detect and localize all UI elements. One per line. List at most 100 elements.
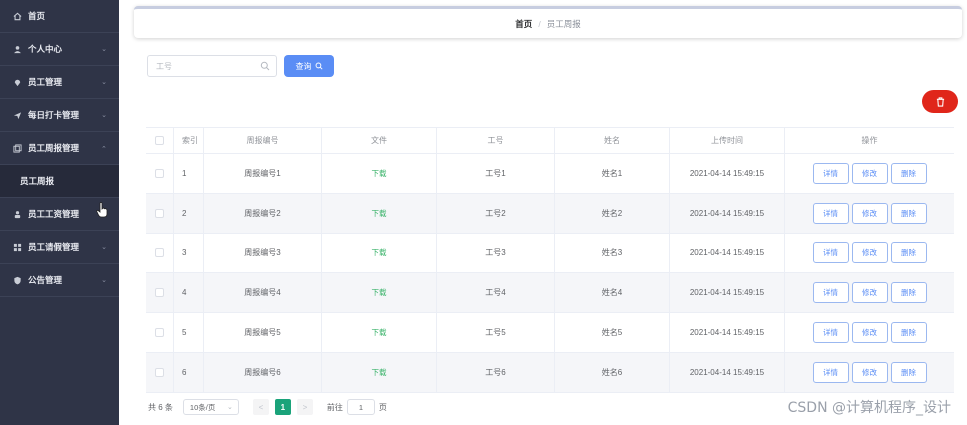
row-select xyxy=(146,352,174,392)
cell-upload-time: 2021-04-14 15:49:15 xyxy=(670,154,785,193)
cell-employee-no: 工号6 xyxy=(437,352,555,392)
cell-name: 姓名3 xyxy=(555,233,670,273)
edit-button[interactable]: 修改 xyxy=(851,282,888,304)
sidebar-item-label: 员工周报 xyxy=(20,176,55,186)
cell-file: 下载 xyxy=(322,273,437,313)
delete-button[interactable]: 删除 xyxy=(890,162,927,184)
page-number-current[interactable]: 1 xyxy=(274,399,291,415)
cell-upload-time: 2021-04-14 15:49:15 xyxy=(670,233,785,273)
row-checkbox[interactable] xyxy=(155,328,164,338)
edit-button[interactable]: 修改 xyxy=(851,322,888,344)
download-link[interactable]: 下载 xyxy=(372,247,387,258)
edit-button[interactable]: 修改 xyxy=(851,242,888,264)
search-input[interactable] xyxy=(156,61,256,71)
sidebar-item-attendance[interactable]: 每日打卡管理 ⌄ xyxy=(0,99,119,132)
table-row: 6 周报编号6 下载 工号6 姓名6 2021-04-14 15:49:15 详情 修改 删除 xyxy=(146,352,954,393)
detail-button[interactable]: 详情 xyxy=(812,322,849,344)
next-page-button[interactable]: > xyxy=(296,399,313,415)
column-header: 索引 xyxy=(174,128,204,153)
table-row: 1 周报编号1 下载 工号1 姓名1 2021-04-14 15:49:15 详情 修改 删除 xyxy=(146,154,954,194)
chevron-down-icon: ⌄ xyxy=(101,277,107,284)
row-checkbox[interactable] xyxy=(155,288,164,298)
cell-report-code: 周报编号1 xyxy=(204,154,322,193)
pagination-total: 共 6 条 xyxy=(148,402,173,412)
delete-button[interactable]: 删除 xyxy=(890,361,927,383)
detail-button[interactable]: 详情 xyxy=(812,162,849,184)
detail-button[interactable]: 详情 xyxy=(812,202,849,224)
batch-delete-button[interactable] xyxy=(922,90,958,113)
detail-button[interactable]: 详情 xyxy=(812,361,849,383)
column-header: 工号 xyxy=(437,128,555,153)
sidebar-item-profile[interactable]: 个人中心 ⌄ xyxy=(0,33,119,66)
row-select xyxy=(146,273,174,313)
cell-employee-no: 工号2 xyxy=(437,193,555,233)
sidebar-item-employees[interactable]: 员工管理 ⌄ xyxy=(0,66,119,99)
cell-report-code: 周报编号5 xyxy=(204,313,322,352)
row-select xyxy=(146,233,174,273)
copy-icon xyxy=(12,143,22,153)
detail-button[interactable]: 详情 xyxy=(812,282,849,304)
cell-index: 5 xyxy=(174,313,204,352)
detail-button[interactable]: 详情 xyxy=(812,242,849,264)
sidebar-item-label: 个人中心 xyxy=(28,44,63,54)
sidebar-item-leave[interactable]: 员工请假管理 ⌄ xyxy=(0,231,119,264)
page-size-select[interactable]: 10条/页 ⌄ xyxy=(182,399,239,415)
chevron-down-icon: ⌄ xyxy=(227,404,233,411)
edit-button[interactable]: 修改 xyxy=(851,361,888,383)
cell-name: 姓名4 xyxy=(555,273,670,313)
row-select xyxy=(146,313,174,352)
sidebar-item-home[interactable]: 首页 xyxy=(0,0,119,33)
sidebar-item-label: 公告管理 xyxy=(28,275,63,285)
row-checkbox[interactable] xyxy=(155,168,164,178)
location-icon xyxy=(12,77,22,87)
row-checkbox[interactable] xyxy=(155,367,164,377)
cell-name: 姓名1 xyxy=(555,154,670,193)
download-link[interactable]: 下载 xyxy=(372,287,387,298)
breadcrumb-home[interactable]: 首页 xyxy=(515,18,532,30)
page-size-value: 10条/页 xyxy=(189,402,216,412)
query-button-label: 查询 xyxy=(295,61,312,71)
delete-button[interactable]: 删除 xyxy=(890,282,927,304)
download-link[interactable]: 下载 xyxy=(372,208,387,219)
user-icon xyxy=(12,44,22,54)
row-checkbox[interactable] xyxy=(155,248,164,258)
breadcrumb: 首页 / 员工周报 xyxy=(134,6,962,38)
table-row: 5 周报编号5 下载 工号5 姓名5 2021-04-14 15:49:15 详情 修改 删除 xyxy=(146,313,954,353)
cell-file: 下载 xyxy=(322,313,437,352)
sidebar-subitem-weekly-report[interactable]: 员工周报 xyxy=(0,165,119,198)
cell-upload-time: 2021-04-14 15:49:15 xyxy=(670,352,785,392)
sidebar-item-weekly-reports[interactable]: 员工周报管理 ⌄ xyxy=(0,132,119,165)
download-link[interactable]: 下载 xyxy=(372,367,387,378)
select-all-checkbox[interactable] xyxy=(155,136,164,145)
search-field xyxy=(147,55,277,77)
cell-report-code: 周报编号2 xyxy=(204,193,322,233)
cell-index: 1 xyxy=(174,154,204,193)
goto-suffix: 页 xyxy=(378,402,387,412)
sidebar-item-notices[interactable]: 公告管理 ⌄ xyxy=(0,264,119,297)
cell-actions: 详情 修改 删除 xyxy=(785,234,954,273)
goto-page-input[interactable]: 1 xyxy=(346,399,375,415)
cell-name: 姓名6 xyxy=(555,352,670,392)
edit-button[interactable]: 修改 xyxy=(851,202,888,224)
delete-button[interactable]: 删除 xyxy=(890,202,927,224)
delete-button[interactable]: 删除 xyxy=(890,322,927,344)
sidebar-item-label: 员工周报管理 xyxy=(28,143,80,153)
chevron-down-icon: ⌄ xyxy=(101,244,107,251)
cell-actions: 详情 修改 删除 xyxy=(785,194,954,233)
delete-button[interactable]: 删除 xyxy=(890,242,927,264)
cell-upload-time: 2021-04-14 15:49:15 xyxy=(670,273,785,313)
cell-index: 2 xyxy=(174,193,204,233)
query-button[interactable]: 查询 xyxy=(284,55,334,77)
edit-button[interactable]: 修改 xyxy=(851,162,888,184)
row-checkbox[interactable] xyxy=(155,208,164,218)
table-row: 3 周报编号3 下载 工号3 姓名3 2021-04-14 15:49:15 详情 修改 删除 xyxy=(146,233,954,274)
download-link[interactable]: 下载 xyxy=(372,327,387,338)
download-link[interactable]: 下载 xyxy=(372,168,387,179)
prev-page-button[interactable]: < xyxy=(252,399,269,415)
column-header: 姓名 xyxy=(555,128,670,153)
watermark: CSDN @计算机程序_设计 xyxy=(787,400,951,416)
cell-index: 3 xyxy=(174,233,204,273)
cell-employee-no: 工号3 xyxy=(437,233,555,273)
column-header: 文件 xyxy=(322,128,437,153)
search-icon xyxy=(315,62,323,70)
